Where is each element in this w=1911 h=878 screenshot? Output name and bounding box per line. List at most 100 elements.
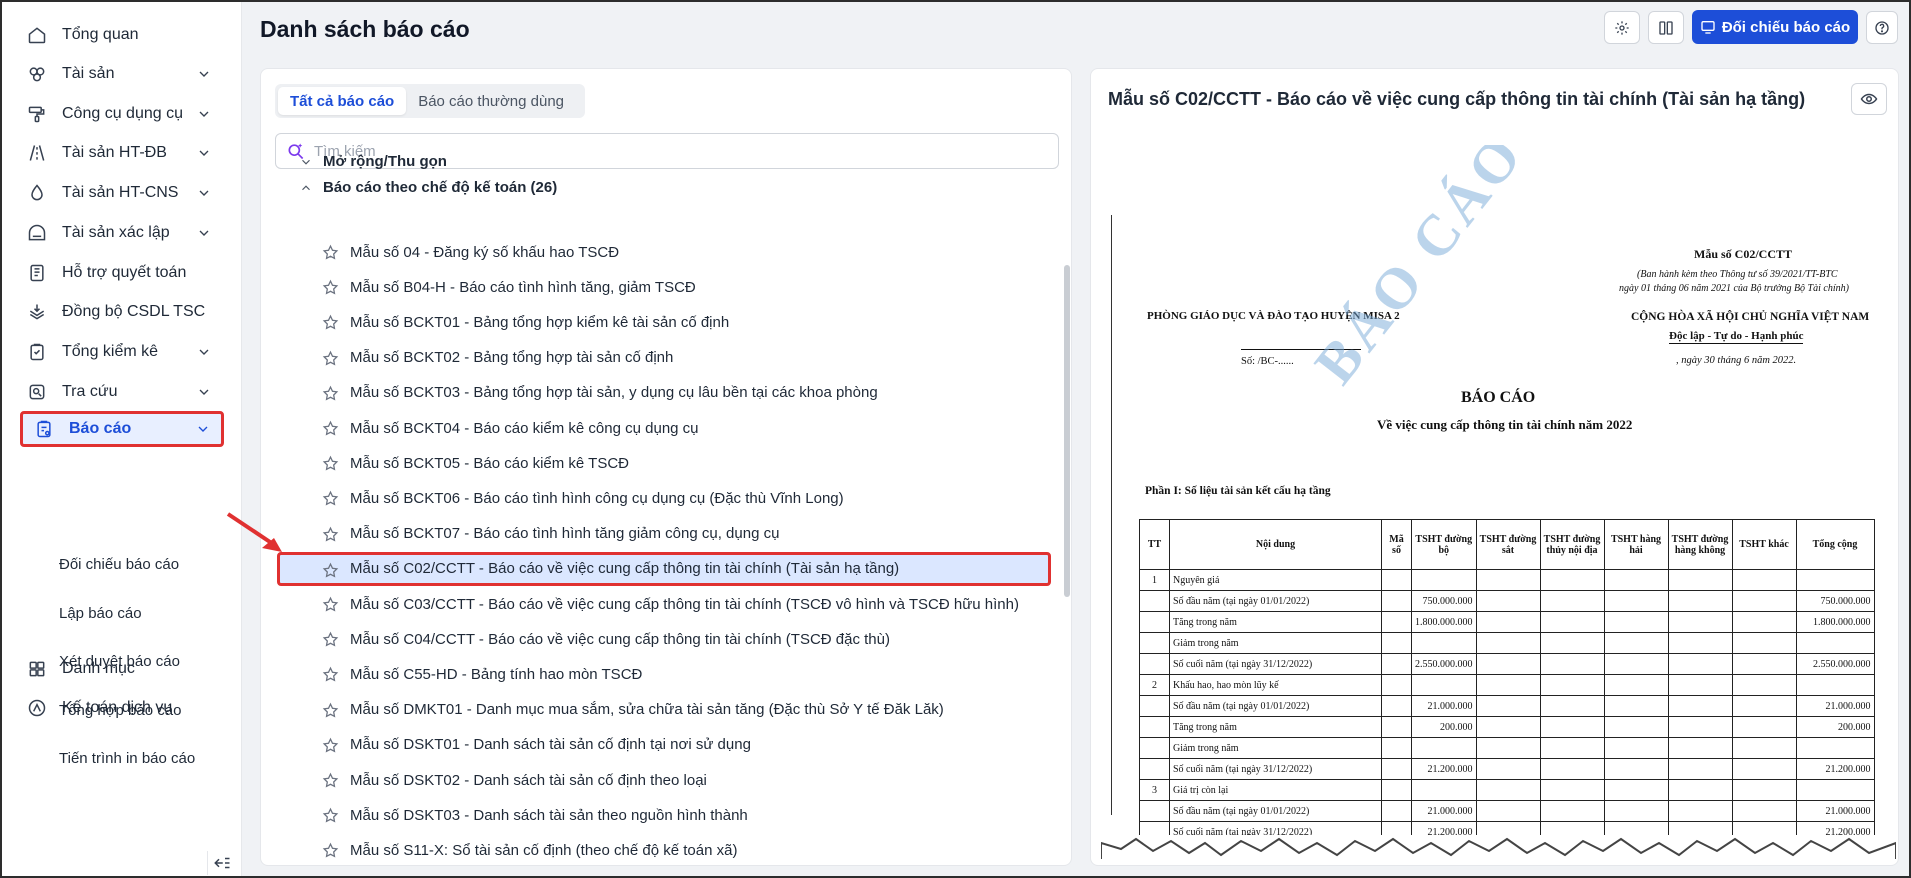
sidebar-item-tong-quan[interactable]: Tổng quan (26, 15, 222, 55)
star-icon[interactable] (322, 842, 339, 859)
report-document-preview[interactable]: Mẫu số C02/CCTT (Ban hành kèm theo Thông… (1101, 145, 1896, 859)
sidebar-item-ho-tro-quyet-toan[interactable]: Hỗ trợ quyết toán (26, 253, 222, 293)
tab-frequent-reports[interactable]: Báo cáo thường dùng (406, 87, 576, 115)
report-item[interactable]: Mẫu số BCKT02 - Bảng tổng hợp tài sản cố… (275, 343, 1055, 373)
sidebar-item-label: Tài sản HT-CNS (62, 184, 179, 201)
sidebar-subitem[interactable]: Tiến trình in báo cáo (59, 750, 195, 767)
sidebar-item-tai-san-ht-db[interactable]: Tài sản HT-ĐB (26, 133, 222, 173)
sidebar-item-tai-san[interactable]: Tài sản (26, 54, 222, 94)
sidebar-item-tra-cuu[interactable]: Tra cứu (26, 372, 222, 412)
cell-tt (1139, 737, 1170, 759)
star-icon[interactable] (322, 455, 339, 472)
report-item[interactable]: Mẫu số DSKT01 - Danh sách tài sản cố địn… (275, 730, 1055, 760)
table-header: TSHT đường sắt (1475, 519, 1541, 570)
sidebar-item-label: Hỗ trợ quyết toán (62, 264, 187, 281)
sidebar-subitem[interactable]: Lập báo cáo (59, 605, 142, 622)
star-icon[interactable] (322, 350, 339, 367)
cell-code (1381, 800, 1412, 822)
cell-code (1381, 569, 1412, 591)
sidebar-item-tong-kiem-ke[interactable]: Tổng kiểm kê (26, 332, 222, 372)
cell-other (1731, 632, 1797, 654)
chevron-down-icon (199, 111, 209, 117)
expand-collapse-toggle[interactable]: Mở rộng/Thu gọn (299, 153, 447, 170)
sidebar-item-bao-cao[interactable]: Báo cáo (20, 411, 224, 447)
settings-button[interactable] (1604, 11, 1640, 44)
report-item[interactable]: Mẫu số BCKT07 - Báo cáo tình hình tăng g… (275, 519, 1055, 549)
sidebar-subitem[interactable]: Đối chiếu báo cáo (59, 556, 179, 573)
cell-tt (1139, 716, 1170, 738)
road-icon (26, 142, 48, 164)
cell-rail (1475, 569, 1541, 591)
layout-icon (1659, 20, 1673, 35)
star-icon[interactable] (322, 596, 339, 613)
collapse-sidebar-button[interactable] (207, 851, 235, 875)
report-item[interactable]: Mẫu số 04 - Đăng ký số khấu hao TSCĐ (275, 237, 1055, 267)
star-icon[interactable] (322, 526, 339, 543)
report-item-label: Mẫu số C02/CCTT - Báo cáo về việc cung c… (350, 560, 900, 578)
reconcile-icon (1701, 21, 1715, 34)
star-icon[interactable] (322, 702, 339, 719)
report-item[interactable]: Mẫu số DMKT01 - Danh mục mua sắm, sửa ch… (275, 695, 1055, 725)
report-item[interactable]: Mẫu số S11-X: Sổ tài sản cố định (theo c… (275, 835, 1055, 865)
sidebar-subitem[interactable]: Tổng hợp báo cáo (59, 702, 181, 719)
cell-content: Số đầu năm (tại ngày 01/01/2022) (1169, 800, 1382, 822)
star-icon[interactable] (322, 385, 339, 402)
cell-waterway (1539, 779, 1605, 801)
sidebar-subitem[interactable]: Xét duyệt báo cáo (59, 653, 180, 670)
star-icon[interactable] (322, 772, 339, 789)
cell-road (1411, 674, 1477, 696)
cell-road: 200.000 (1411, 716, 1477, 738)
report-item[interactable]: Mẫu số C03/CCTT - Báo cáo về việc cung c… (275, 589, 1055, 619)
sidebar: Tổng quan Tài sản Công cụ dụng cụ Tài sản H… (2, 2, 242, 876)
report-list-scrollbar[interactable] (1064, 265, 1070, 597)
sidebar-item-cong-cu-dung-cu[interactable]: Công cụ dụng cụ (26, 94, 222, 134)
torn-edge (1101, 835, 1896, 859)
report-item[interactable]: Mẫu số C04/CCTT - Báo cáo về việc cung c… (275, 624, 1055, 654)
report-item[interactable]: Mẫu số DSKT03 - Danh sách tài sản theo n… (275, 800, 1055, 830)
cell-other (1731, 674, 1797, 696)
report-item[interactable]: Mẫu số B04-H - Báo cáo tình hình tăng, g… (275, 272, 1055, 302)
cell-air (1667, 611, 1733, 633)
preview-toggle-button[interactable] (1851, 83, 1887, 115)
layout-button[interactable] (1648, 11, 1684, 44)
star-icon[interactable] (322, 490, 339, 507)
star-icon[interactable] (322, 279, 339, 296)
report-item-selected[interactable]: Mẫu số C02/CCTT - Báo cáo về việc cung c… (277, 551, 1051, 586)
cell-maritime (1603, 590, 1669, 612)
star-icon[interactable] (322, 737, 339, 754)
cell-waterway (1539, 695, 1605, 717)
cell-total (1795, 674, 1875, 696)
report-icon (33, 418, 55, 440)
report-item[interactable]: Mẫu số BCKT01 - Bảng tổng hợp kiểm kê tà… (275, 307, 1055, 337)
report-item[interactable]: Mẫu số DSKT02 - Danh sách tài sản cố địn… (275, 765, 1055, 795)
sidebar-item-tai-san-xac-lap[interactable]: Tài sản xác lập (26, 213, 222, 253)
table-row: 1 Nguyên giá (1139, 569, 1875, 591)
sidebar-item-tai-san-ht-cns[interactable]: Tài sản HT-CNS (26, 173, 222, 213)
tab-all-reports[interactable]: Tất cả báo cáo (278, 87, 407, 115)
help-button[interactable] (1866, 11, 1898, 44)
report-item[interactable]: Mẫu số C55-HD - Bảng tính hao mòn TSCĐ (275, 659, 1055, 689)
cell-waterway (1539, 569, 1605, 591)
star-icon[interactable] (322, 666, 339, 683)
report-item[interactable]: Mẫu số BCKT06 - Báo cáo tình hình công c… (275, 483, 1055, 513)
star-icon[interactable] (322, 562, 339, 579)
star-icon[interactable] (322, 807, 339, 824)
star-icon[interactable] (322, 244, 339, 261)
report-item[interactable]: Mẫu số BCKT03 - Bảng tổng hợp tài sản, y… (275, 378, 1055, 408)
doc-subtitle: Về việc cung cấp thông tin tài chính năm… (1377, 417, 1633, 432)
table-header: Tổng cộng (1795, 519, 1875, 570)
report-item[interactable]: Mẫu số BCKT05 - Báo cáo kiểm kê TSCĐ (275, 448, 1055, 478)
report-item-label: Mẫu số BCKT02 - Bảng tổng hợp tài sản cố… (350, 349, 674, 367)
report-group-header[interactable]: Báo cáo theo chế độ kế toán (26) (299, 179, 557, 196)
table-row: 2 Khấu hao, hao mòn lũy kế (1139, 674, 1875, 696)
report-item[interactable]: Mẫu số BCKT04 - Báo cáo kiểm kê công cụ … (275, 413, 1055, 443)
cell-code (1381, 653, 1412, 675)
reconcile-report-button[interactable]: Đối chiếu báo cáo (1692, 10, 1858, 44)
sidebar-item-dong-bo-csdl-tsc[interactable]: Đồng bộ CSDL TSC (26, 292, 222, 332)
cell-other (1731, 653, 1797, 675)
cell-other (1731, 800, 1797, 822)
star-icon[interactable] (322, 420, 339, 437)
sidebar-item-label: Công cụ dụng cụ (62, 105, 183, 122)
star-icon[interactable] (322, 314, 339, 331)
star-icon[interactable] (322, 631, 339, 648)
